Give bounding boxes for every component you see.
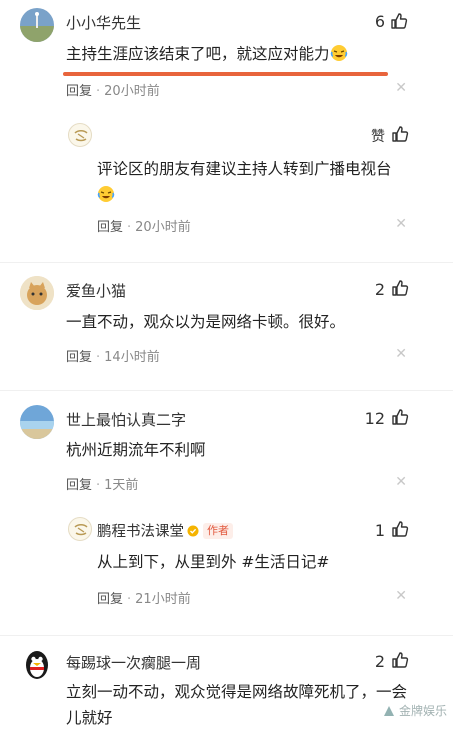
reply-username[interactable]: 鹏程书法课堂 — [97, 524, 184, 540]
reply-meta: 回复 · 21小时前 — [97, 592, 191, 607]
reply-meta: 回复 · 20小时前 — [97, 220, 191, 235]
close-icon[interactable]: ✕ — [395, 588, 407, 604]
divider — [0, 390, 453, 391]
laugh-cry-emoji-icon — [330, 44, 348, 70]
reply-button[interactable]: 回复 — [97, 592, 123, 607]
reply-text: 评论区的朋友有建议主持人转到广播电视台 — [97, 156, 417, 211]
timestamp: 1天前 — [104, 478, 139, 493]
close-icon[interactable]: ✕ — [395, 216, 407, 232]
close-icon[interactable]: ✕ — [395, 80, 407, 96]
avatar[interactable] — [68, 517, 92, 541]
avatar[interactable] — [20, 648, 54, 682]
divider — [0, 635, 453, 636]
avatar[interactable] — [20, 276, 54, 310]
watermark-text: 金牌娱乐 — [398, 704, 447, 718]
thumb-up-icon[interactable] — [390, 12, 408, 34]
comment-meta: 回复 · 20小时前 — [66, 84, 160, 99]
username[interactable]: 爱鱼小猫 — [66, 280, 126, 301]
username[interactable]: 世上最怕认真二字 — [66, 409, 186, 430]
close-icon[interactable]: ✕ — [395, 474, 407, 490]
like-count: 6 — [374, 12, 385, 31]
comment-text: 杭州近期流年不利啊 — [66, 441, 206, 459]
like-count: 2 — [374, 280, 385, 299]
watermark-logo-icon — [382, 704, 396, 721]
verified-icon — [187, 525, 199, 541]
comment-meta: 回复 · 1天前 — [66, 478, 139, 493]
comment-text: 立刻一动不动，观众觉得是网络故障死机了，一会儿就好 — [66, 683, 408, 727]
divider — [0, 262, 453, 263]
comment-text: 主持生涯应该结束了吧，就这应对能力 — [66, 41, 386, 70]
close-icon[interactable]: ✕ — [395, 346, 407, 362]
reply-button[interactable]: 回复 — [66, 478, 92, 493]
thumb-up-icon[interactable] — [391, 651, 409, 673]
thumb-up-icon[interactable] — [391, 279, 409, 301]
reply-button[interactable]: 回复 — [66, 84, 92, 99]
comment-text: 一直不动，观众以为是网络卡顿。很好。 — [66, 313, 346, 331]
reply-text: 从上到下，从里到外 #生活日记# — [97, 553, 330, 571]
username[interactable]: 小小华先生 — [66, 12, 141, 33]
timestamp: 14小时前 — [104, 350, 160, 365]
username[interactable]: 每踢球一次瘸腿一周 — [66, 652, 201, 673]
thumb-up-icon[interactable] — [391, 520, 409, 542]
reply-button[interactable]: 回复 — [97, 220, 123, 235]
timestamp: 20小时前 — [104, 84, 160, 99]
avatar[interactable] — [20, 405, 54, 439]
author-badge: 作者 — [203, 523, 233, 539]
like-count: 12 — [364, 409, 385, 428]
username: 鹏程书法课堂 作者 — [97, 520, 233, 541]
watermark: 金牌娱乐 — [382, 702, 447, 721]
like-count: 1 — [374, 521, 385, 540]
like-label: 赞 — [371, 129, 385, 145]
thumb-up-icon[interactable] — [391, 125, 409, 147]
like-count: 2 — [374, 652, 385, 671]
timestamp: 21小时前 — [135, 592, 191, 607]
laugh-cry-emoji-icon — [97, 185, 115, 211]
avatar[interactable] — [68, 123, 92, 147]
reply-button[interactable]: 回复 — [66, 350, 92, 365]
avatar[interactable] — [20, 8, 54, 42]
thumb-up-icon[interactable] — [391, 408, 409, 430]
timestamp: 20小时前 — [135, 220, 191, 235]
underline-annotation — [63, 72, 388, 76]
comment-meta: 回复 · 14小时前 — [66, 350, 160, 365]
